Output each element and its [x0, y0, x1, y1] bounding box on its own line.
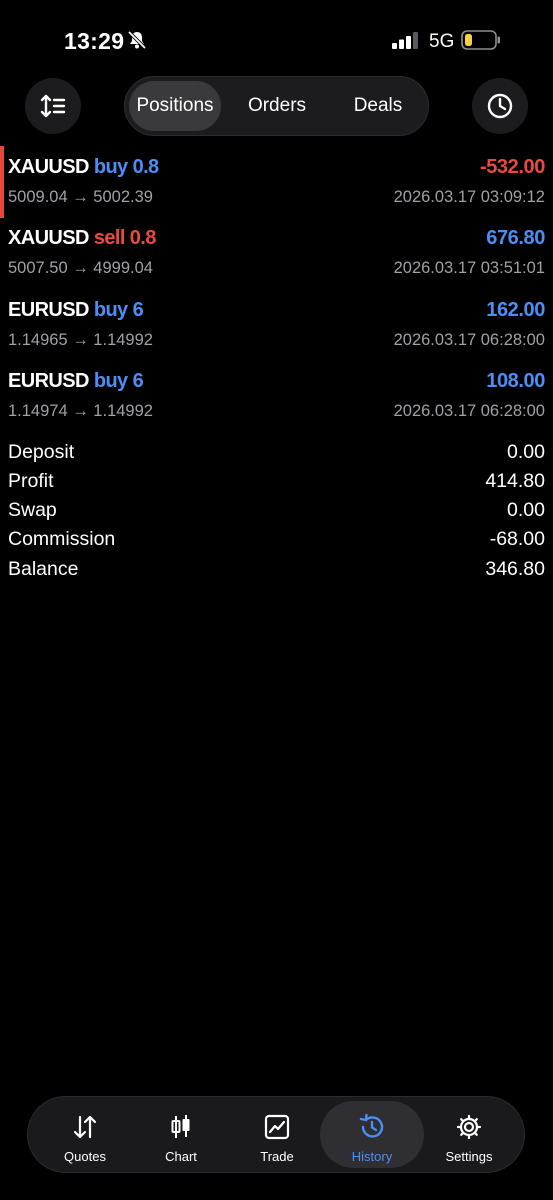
position-title: XAUUSD sell 0.8	[8, 227, 156, 250]
nav-settings[interactable]: Settings	[421, 1101, 517, 1168]
nav-quotes[interactable]: Quotes	[37, 1101, 133, 1168]
nav-history[interactable]: History	[320, 1101, 424, 1168]
candlestick-icon	[171, 1115, 190, 1138]
summary-balance: Balance 346.80	[8, 558, 545, 587]
signal-icon	[392, 32, 418, 49]
selected-row-marker	[0, 146, 4, 218]
summary-label: Deposit	[8, 441, 75, 463]
clock-icon	[487, 93, 513, 119]
bell-slash-icon	[127, 30, 147, 50]
summary-value: -68.00	[489, 528, 545, 550]
position-symbol: EURUSD	[8, 370, 89, 392]
period-button[interactable]	[472, 78, 528, 134]
summary-label: Profit	[8, 470, 54, 492]
status-time: 13:29	[64, 28, 125, 54]
position-row[interactable]: EURUSD buy 6 1.14974 → 1.14992 108.00 20…	[0, 360, 553, 426]
position-title: EURUSD buy 6	[8, 370, 144, 393]
nav-label: Quotes	[64, 1149, 106, 1164]
summary-label: Balance	[8, 558, 79, 580]
position-side: buy	[93, 370, 128, 392]
sort-button[interactable]	[25, 78, 81, 134]
position-symbol: EURUSD	[8, 299, 89, 321]
network-label: 5G	[429, 31, 455, 52]
nav-label: Trade	[260, 1149, 294, 1164]
nav-label: Chart	[165, 1149, 197, 1164]
position-symbol: XAUUSD	[8, 227, 89, 249]
summary-deposit: Deposit 0.00	[8, 441, 545, 470]
quotes-arrows-icon	[73, 1115, 97, 1139]
nav-trade[interactable]: Trade	[229, 1101, 325, 1168]
summary-label: Swap	[8, 499, 57, 521]
sort-arrows-icon	[40, 94, 66, 118]
position-profit: 162.00	[486, 299, 545, 321]
position-title: EURUSD buy 6	[8, 299, 144, 322]
position-profit: 108.00	[486, 370, 545, 392]
position-profit: 676.80	[486, 227, 545, 249]
summary-label: Commission	[8, 528, 116, 550]
position-volume: 0.8	[132, 156, 160, 178]
position-time: 2026.03.17 03:51:01	[393, 259, 545, 277]
position-volume: 0.8	[129, 227, 157, 249]
position-prices: 1.14974 → 1.14992	[8, 402, 153, 420]
tab-orders[interactable]: Orders	[229, 81, 325, 131]
position-side: buy	[93, 156, 128, 178]
position-row[interactable]: EURUSD buy 6 1.14965 → 1.14992 162.00 20…	[0, 289, 553, 355]
history-icon	[359, 1113, 384, 1138]
position-time: 2026.03.17 06:28:00	[393, 331, 545, 349]
history-type-segmented-control: Positions Orders Deals	[124, 76, 429, 136]
summary-value: 346.80	[485, 558, 545, 580]
position-prices: 5009.04 → 5002.39	[8, 188, 153, 206]
summary-profit: Profit 414.80	[8, 470, 545, 499]
position-title: XAUUSD buy 0.8	[8, 156, 159, 179]
position-prices: 5007.50 → 4999.04	[8, 259, 153, 277]
position-volume: 6	[132, 370, 144, 392]
battery-icon	[461, 30, 500, 50]
summary-value: 0.00	[507, 499, 545, 521]
nav-label: History	[351, 1149, 393, 1164]
history-screen: 13:29 5G Positions Orders Deals XAUUSD b…	[0, 0, 553, 1200]
position-time: 2026.03.17 03:09:12	[393, 188, 545, 206]
summary-value: 0.00	[507, 441, 545, 463]
position-row[interactable]: XAUUSD buy 0.8 5009.04 → 5002.39 -532.00…	[0, 146, 553, 218]
position-prices: 1.14965 → 1.14992	[8, 331, 153, 349]
summary-commission: Commission -68.00	[8, 528, 545, 557]
summary-swap: Swap 0.00	[8, 499, 545, 528]
status-bar: 13:29 5G	[0, 0, 553, 80]
position-side: buy	[93, 299, 128, 321]
position-time: 2026.03.17 06:28:00	[393, 402, 545, 420]
position-symbol: XAUUSD	[8, 156, 89, 178]
nav-chart[interactable]: Chart	[133, 1101, 229, 1168]
tab-deals[interactable]: Deals	[331, 81, 425, 131]
position-profit: -532.00	[479, 156, 545, 178]
nav-label: Settings	[445, 1149, 493, 1164]
tab-positions[interactable]: Positions	[129, 81, 221, 131]
position-volume: 6	[132, 299, 144, 321]
trade-chart-icon	[264, 1114, 290, 1140]
bottom-tab-bar: Quotes Chart Trade History Settings	[27, 1096, 525, 1173]
gear-icon	[456, 1114, 482, 1140]
position-side: sell	[93, 227, 126, 249]
summary-value: 414.80	[485, 470, 545, 492]
position-row[interactable]: XAUUSD sell 0.8 5007.50 → 4999.04 676.80…	[0, 217, 553, 283]
